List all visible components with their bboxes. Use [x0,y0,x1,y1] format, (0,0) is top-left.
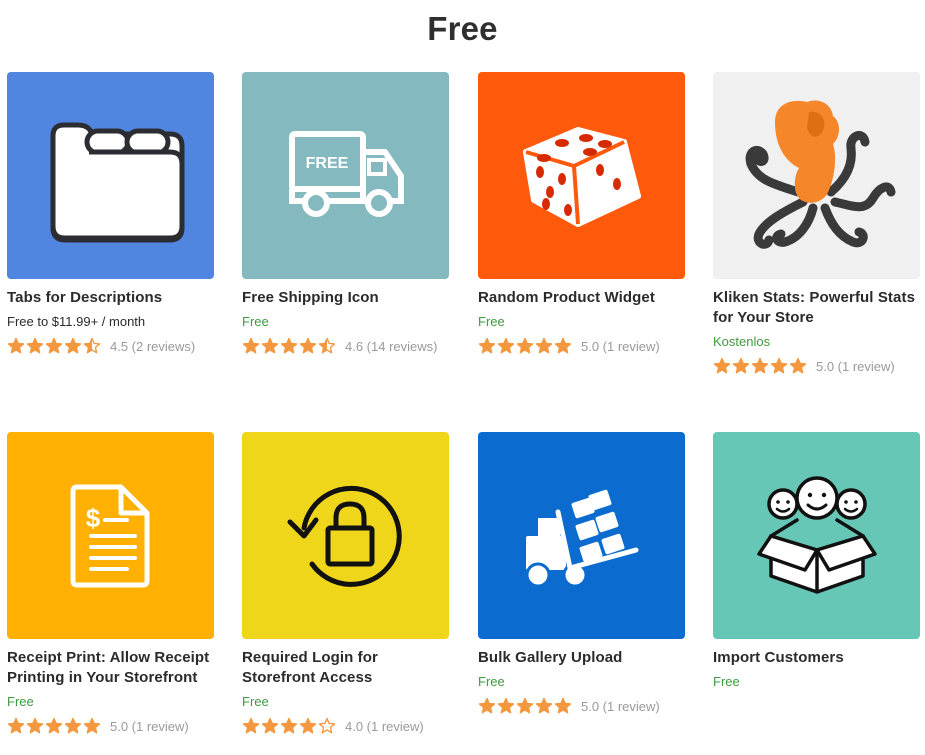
star-full-icon [242,717,260,734]
product-card[interactable]: Kliken Stats: Powerful Stats for Your St… [713,72,920,376]
star-full-icon [242,337,260,354]
star-full-icon [83,717,101,734]
rating-text[interactable]: 4.5 (2 reviews) [110,339,195,354]
star-full-icon [45,717,63,734]
star-full-icon [478,697,496,714]
product-price: Free [242,314,269,329]
receipt-icon: $ [70,484,150,588]
star-half-icon [83,337,101,354]
product-name[interactable]: Free Shipping Icon [242,288,449,308]
star-full-icon [497,337,515,354]
product-name[interactable]: Required Login for Storefront Access [242,648,449,688]
star-rating [478,337,573,355]
product-name[interactable]: Bulk Gallery Upload [478,648,685,668]
forklift-icon [525,489,639,588]
product-name[interactable]: Tabs for Descriptions [7,288,214,308]
product-name[interactable]: Random Product Widget [478,288,685,308]
star-rating [7,717,102,735]
product-price: Free [478,674,505,689]
star-full-icon [64,717,82,734]
box-people-icon [757,476,877,594]
star-full-icon [7,337,25,354]
star-full-icon [299,337,317,354]
product-thumbnail[interactable] [242,432,449,639]
star-rating [478,697,573,715]
product-card[interactable]: FREE Free Shipping Icon Free 4.6 (14 rev… [242,72,449,356]
product-thumbnail[interactable] [478,72,685,279]
product-rating: 5.0 (1 review) [478,336,685,356]
star-full-icon [554,337,572,354]
rating-text[interactable]: 4.0 (1 review) [345,719,424,734]
product-rating: 4.0 (1 review) [242,716,449,736]
product-name[interactable]: Kliken Stats: Powerful Stats for Your St… [713,288,920,328]
rating-text[interactable]: 5.0 (1 review) [816,359,895,374]
product-price: Free [478,314,505,329]
star-full-icon [478,337,496,354]
star-full-icon [26,717,44,734]
product-card[interactable]: Import Customers Free [713,432,920,691]
product-name[interactable]: Receipt Print: Allow Receipt Printing in… [7,648,214,688]
star-full-icon [732,357,750,374]
star-full-icon [261,717,279,734]
star-full-icon [789,357,807,374]
star-full-icon [516,697,534,714]
star-full-icon [261,337,279,354]
lock-refresh-icon [287,485,402,587]
star-empty-icon [318,717,336,734]
free-truck-icon: FREE [289,131,404,217]
star-full-icon [516,337,534,354]
product-thumbnail[interactable] [713,432,920,639]
product-card[interactable]: Random Product Widget Free 5.0 (1 review… [478,72,685,356]
rating-text[interactable]: 4.6 (14 reviews) [345,339,437,354]
product-thumbnail[interactable]: FREE [242,72,449,279]
rating-text[interactable]: 5.0 (1 review) [581,699,660,714]
star-full-icon [26,337,44,354]
product-rating: 4.5 (2 reviews) [7,336,214,356]
star-full-icon [770,357,788,374]
product-rating: 5.0 (1 review) [7,716,214,736]
star-full-icon [535,697,553,714]
dice-icon [523,127,641,227]
star-full-icon [280,717,298,734]
rating-text[interactable]: 5.0 (1 review) [110,719,189,734]
product-rating: 5.0 (1 review) [713,356,920,376]
product-thumbnail[interactable] [713,72,920,279]
rating-text[interactable]: 5.0 (1 review) [581,339,660,354]
star-full-icon [497,697,515,714]
product-thumbnail[interactable]: $ [7,432,214,639]
product-thumbnail[interactable] [478,432,685,639]
product-price: Free [7,694,34,709]
octopus-icon [745,100,896,249]
star-full-icon [713,357,731,374]
product-price: Free [242,694,269,709]
star-full-icon [299,717,317,734]
star-full-icon [751,357,769,374]
star-rating [713,357,808,375]
product-card[interactable]: Required Login for Storefront Access Fre… [242,432,449,736]
section-title: Free [427,10,498,47]
product-card[interactable]: $ Receipt Print: Allow Receipt Printing … [7,432,214,736]
star-full-icon [554,697,572,714]
star-rating [242,717,337,735]
product-card[interactable]: Tabs for Descriptions Free to $11.99+ / … [7,72,214,356]
folder-tabs-icon [50,122,185,243]
star-full-icon [45,337,63,354]
product-price: Free [713,674,740,689]
star-full-icon [64,337,82,354]
svg-text:$: $ [86,503,101,533]
star-full-icon [535,337,553,354]
star-full-icon [7,717,25,734]
star-rating [7,337,102,355]
product-card[interactable]: Bulk Gallery Upload Free 5.0 (1 review) [478,432,685,716]
product-thumbnail[interactable] [7,72,214,279]
star-full-icon [280,337,298,354]
truck-free-label: FREE [306,155,349,172]
product-price: Kostenlos [713,334,771,349]
star-rating [242,337,337,355]
product-name[interactable]: Import Customers [713,648,920,668]
star-half-icon [318,337,336,354]
product-rating: 4.6 (14 reviews) [242,336,449,356]
product-price: Free to $11.99+ / month [7,314,146,329]
product-rating: 5.0 (1 review) [478,696,685,716]
